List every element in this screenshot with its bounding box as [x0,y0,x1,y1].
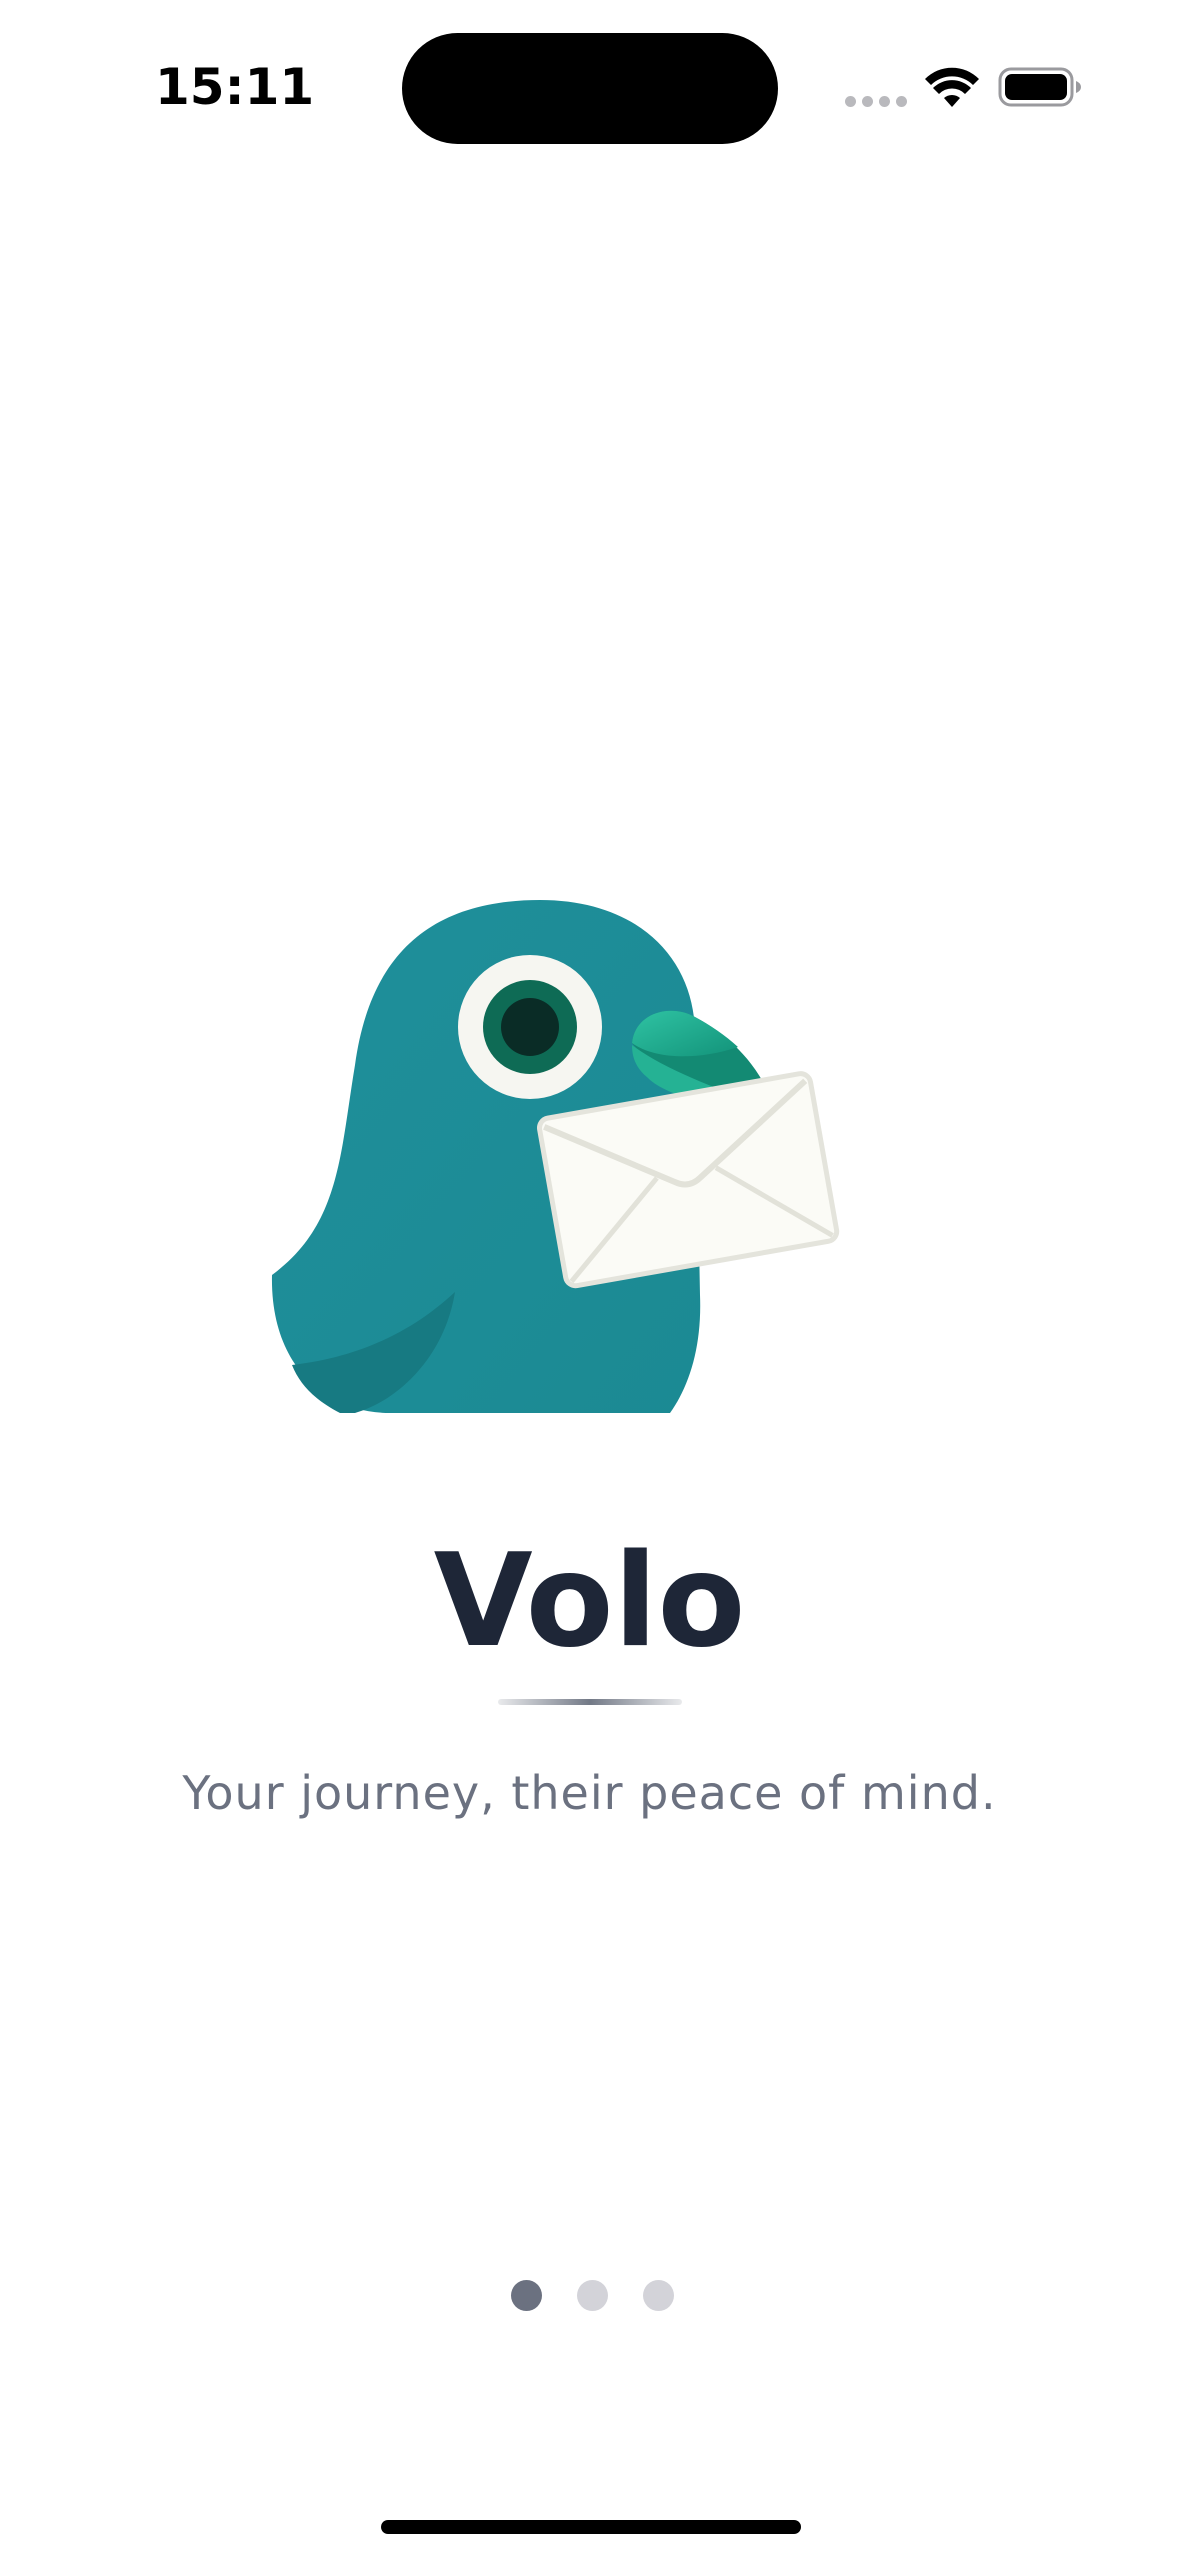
page-dot-2[interactable] [577,2280,608,2311]
pigeon-with-envelope-illustration [271,900,840,1413]
battery-icon [998,67,1081,107]
home-indicator[interactable] [381,2520,801,2534]
title-underline-divider [498,1699,682,1705]
page-indicator[interactable] [507,2280,677,2312]
status-bar: 15:11 [0,0,1179,160]
status-time: 15:11 [155,58,315,116]
cellular-signal-icon [845,96,907,108]
tagline: Your journey, their peace of mind. [182,1766,997,1820]
app-title: Volo [433,1527,746,1676]
dynamic-island [402,33,778,144]
page-dot-3[interactable] [643,2280,674,2311]
wifi-icon [925,67,979,107]
page-dot-1[interactable] [511,2280,542,2311]
